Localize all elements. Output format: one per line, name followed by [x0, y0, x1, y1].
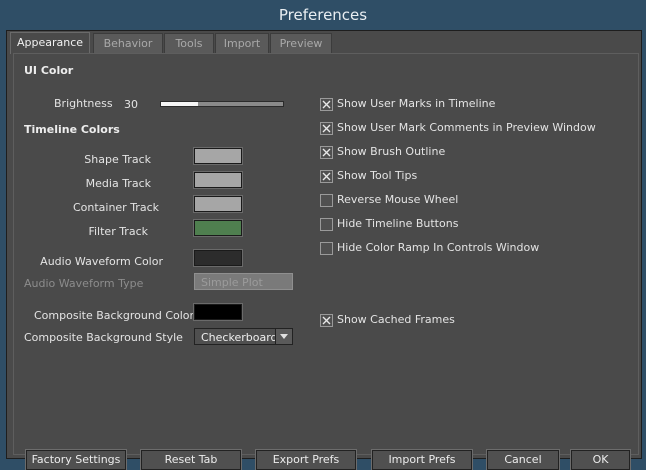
brightness-label: Brightness	[54, 97, 113, 110]
audio-waveform-type-label: Audio Waveform Type	[24, 277, 144, 290]
tab-preview[interactable]: Preview	[270, 33, 332, 53]
hide-color-ramp-checkbox[interactable]	[320, 242, 333, 255]
preferences-dialog: Appearance Behavior Tools Import Preview…	[6, 30, 642, 470]
composite-bg-style-label: Composite Background Style	[24, 331, 183, 344]
factory-settings-button[interactable]: Factory Settings	[25, 449, 127, 470]
show-tool-tips-label: Show Tool Tips	[337, 169, 418, 182]
shape-track-label: Shape Track	[84, 153, 151, 166]
brightness-slider[interactable]	[160, 101, 284, 107]
reverse-mouse-wheel-checkbox[interactable]	[320, 194, 333, 207]
timeline-colors-header: Timeline Colors	[24, 123, 120, 136]
appearance-pane: UI Color Brightness 30 Timeline Colors S…	[13, 53, 639, 470]
cancel-button[interactable]: Cancel	[486, 449, 560, 470]
audio-waveform-type-select: Simple Plot	[194, 273, 293, 290]
export-prefs-button[interactable]: Export Prefs	[255, 449, 357, 470]
show-brush-outline-label: Show Brush Outline	[337, 145, 446, 158]
ui-color-header: UI Color	[24, 64, 74, 77]
media-track-swatch[interactable]	[193, 171, 243, 189]
title-bar[interactable]: Preferences	[0, 0, 646, 30]
show-user-mark-comments-checkbox[interactable]	[320, 122, 333, 135]
container-track-label: Container Track	[72, 201, 159, 214]
checkmark-x-icon	[322, 172, 331, 181]
composite-bg-color-label: Composite Background Color	[34, 309, 195, 322]
media-track-label: Media Track	[85, 177, 151, 190]
show-user-marks-label: Show User Marks in Timeline	[337, 97, 496, 110]
show-brush-outline-checkbox[interactable]	[320, 146, 333, 159]
hide-color-ramp-label: Hide Color Ramp In Controls Window	[337, 241, 540, 254]
hide-timeline-buttons-label: Hide Timeline Buttons	[337, 217, 459, 230]
reset-tab-button[interactable]: Reset Tab	[140, 449, 242, 470]
composite-bg-color-swatch[interactable]	[193, 303, 243, 321]
show-cached-frames-label: Show Cached Frames	[337, 313, 455, 326]
audio-waveform-color-label: Audio Waveform Color	[40, 255, 163, 268]
show-user-marks-checkbox[interactable]	[320, 98, 333, 111]
tab-appearance[interactable]: Appearance	[10, 32, 90, 54]
checkmark-x-icon	[322, 124, 331, 133]
import-prefs-button[interactable]: Import Prefs	[371, 449, 473, 470]
checkmark-x-icon	[322, 100, 331, 109]
container-track-swatch[interactable]	[193, 195, 243, 213]
brightness-slider-fill	[161, 102, 198, 106]
checkmark-x-icon	[322, 316, 331, 325]
brightness-value: 30	[124, 98, 138, 111]
checkmark-x-icon	[322, 148, 331, 157]
filter-track-swatch[interactable]	[193, 219, 243, 237]
tab-tools[interactable]: Tools	[164, 33, 214, 53]
show-tool-tips-checkbox[interactable]	[320, 170, 333, 183]
tab-behavior[interactable]: Behavior	[93, 33, 163, 53]
shape-track-swatch[interactable]	[193, 147, 243, 165]
brightness-slider-rest	[197, 102, 283, 106]
window-title: Preferences	[278, 6, 368, 24]
chevron-down-icon[interactable]	[275, 329, 292, 344]
hide-timeline-buttons-checkbox[interactable]	[320, 218, 333, 231]
composite-bg-style-dropdown[interactable]: Checkerboard	[194, 328, 293, 345]
tab-import[interactable]: Import	[215, 33, 269, 53]
show-cached-frames-checkbox[interactable]	[320, 314, 333, 327]
show-user-mark-comments-label: Show User Mark Comments in Preview Windo…	[337, 121, 596, 134]
composite-bg-style-value: Checkerboard	[201, 331, 278, 344]
ok-button[interactable]: OK	[570, 449, 631, 470]
filter-track-label: Filter Track	[88, 225, 148, 238]
audio-waveform-color-swatch[interactable]	[193, 249, 243, 267]
reverse-mouse-wheel-label: Reverse Mouse Wheel	[337, 193, 459, 206]
